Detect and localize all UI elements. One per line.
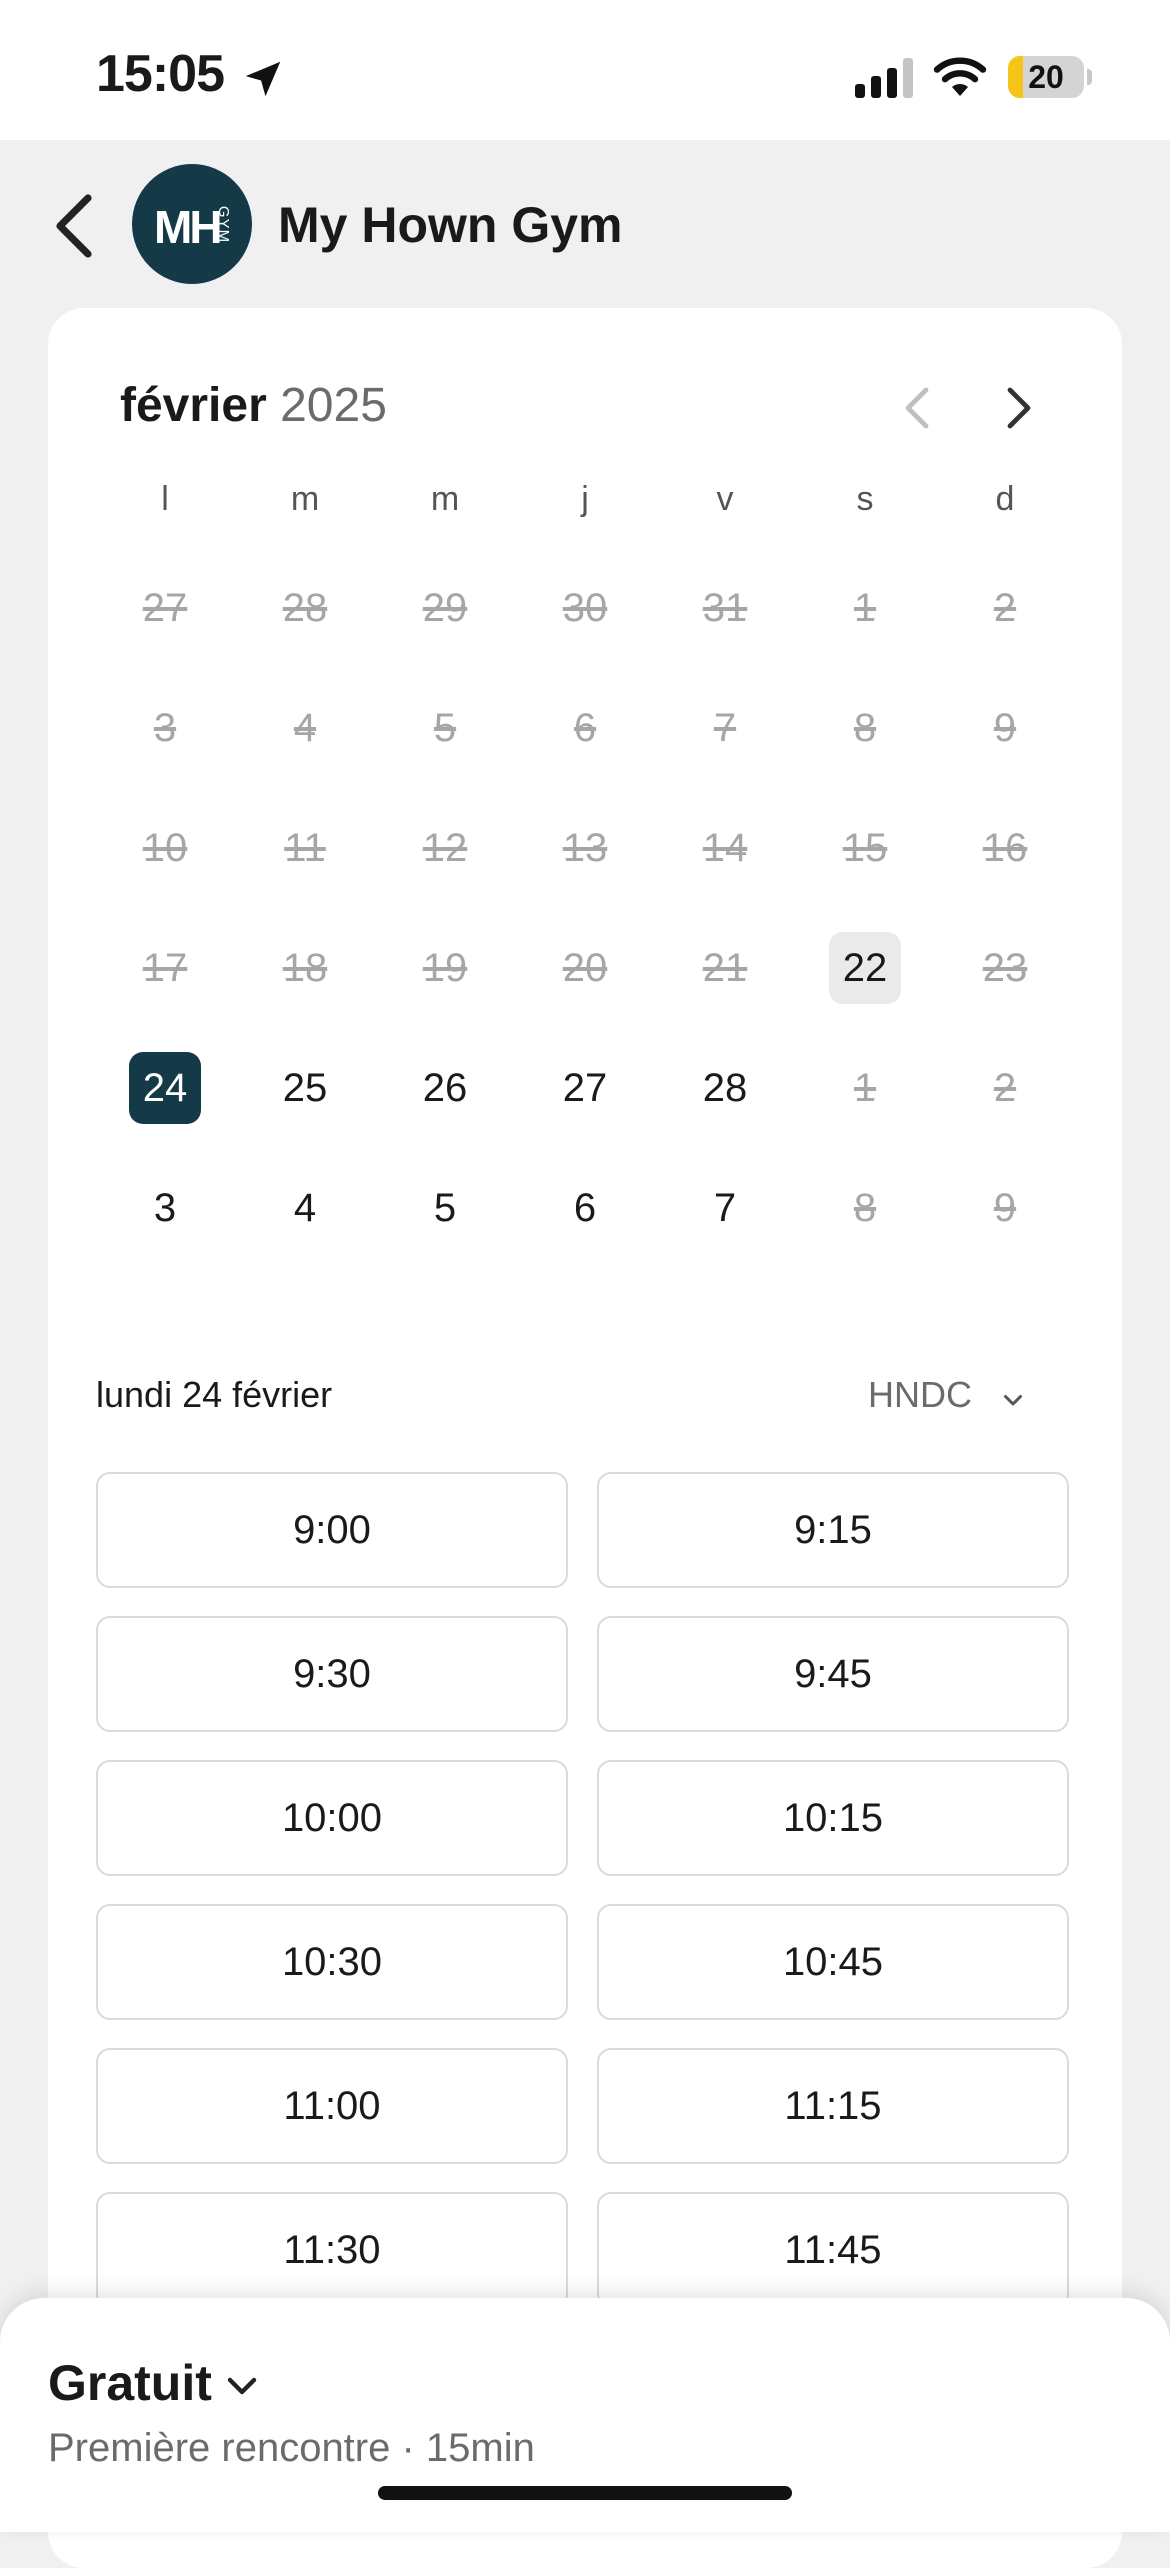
calendar-day-past: 19 (422, 946, 468, 990)
calendar-year: 2025 (280, 379, 387, 432)
gym-avatar: MH GYM (132, 164, 252, 284)
calendar-day-past: 10 (142, 826, 188, 870)
chevron-down-icon (1004, 1395, 1022, 1406)
battery-icon: 20 (1008, 56, 1092, 98)
back-button[interactable] (48, 190, 100, 262)
avatar-subtext: GYM (215, 205, 233, 244)
weekday-label: j (581, 480, 589, 518)
calendar-day-past: 7 (713, 706, 737, 750)
calendar-day-past: 4 (293, 706, 317, 750)
calendar-day-past: 17 (142, 946, 188, 990)
time-slot-button[interactable]: 10:00 (96, 1760, 568, 1876)
calendar-day-unavailable: 9 (993, 1186, 1017, 1230)
time-slot-button[interactable]: 9:45 (597, 1616, 1069, 1732)
time-slot-button[interactable]: 11:30 (96, 2192, 568, 2308)
calendar-day-unavailable: 8 (853, 1186, 877, 1230)
calendar-month: février (120, 379, 267, 432)
time-slot-button[interactable]: 9:30 (96, 1616, 568, 1732)
calendar-day-past: 30 (562, 586, 608, 630)
weekday-label: s (856, 480, 874, 518)
weekday-label: m (290, 480, 320, 518)
calendar-month-title: février 2025 (120, 378, 387, 433)
booking-card: février 2025 lmmjvsd 27 28 29 30 31 1 2 3 4 5 6 7 8 9… (48, 308, 1122, 2568)
price-label[interactable]: Gratuit (48, 2354, 212, 2412)
calendar-day-available[interactable]: 7 (689, 1172, 761, 1244)
calendar-day-past: 5 (433, 706, 457, 750)
calendar-day-available[interactable]: 28 (689, 1052, 761, 1124)
time-slot-button[interactable]: 11:15 (597, 2048, 1069, 2164)
calendar-day-past: 6 (573, 706, 597, 750)
time-slot-button[interactable]: 9:15 (597, 1472, 1069, 1588)
battery-level: 20 (1028, 59, 1064, 95)
calendar-day-available[interactable]: 5 (409, 1172, 481, 1244)
calendar-day-available[interactable]: 26 (409, 1052, 481, 1124)
status-bar: 15:05 20 (0, 0, 1170, 140)
calendar-day-past: 1 (853, 586, 877, 630)
calendar-day-past: 12 (422, 826, 468, 870)
calendar-day-past: 2 (993, 586, 1017, 630)
calendar-day-past: 20 (562, 946, 608, 990)
battery-body: 20 (1008, 56, 1084, 98)
location-arrow-icon (245, 61, 281, 97)
status-time: 15:05 (96, 45, 225, 103)
calendar-day-past: 27 (142, 586, 188, 630)
calendar-day-past: 28 (282, 586, 328, 630)
weekday-label: v (716, 480, 734, 518)
gym-name: My Hown Gym (278, 197, 623, 253)
calendar-day-past: 31 (702, 586, 748, 630)
time-slot-button[interactable]: 10:15 (597, 1760, 1069, 1876)
time-slot-button[interactable]: 10:30 (96, 1904, 568, 2020)
calendar-day-past: 9 (993, 706, 1017, 750)
time-slot-button[interactable]: 10:45 (597, 1904, 1069, 2020)
time-slot-button[interactable]: 9:00 (96, 1472, 568, 1588)
battery-tip (1087, 69, 1092, 85)
calendar-day-past: 3 (153, 706, 177, 750)
weekday-label: m (430, 480, 460, 518)
calendar-day-past: 13 (562, 826, 608, 870)
calendar-day-today: 22 (829, 932, 901, 1004)
time-slot-button[interactable]: 11:45 (597, 2192, 1069, 2308)
calendar-day-selected[interactable]: 24 (129, 1052, 201, 1124)
calendar-day-past: 21 (702, 946, 748, 990)
next-month-button[interactable] (988, 378, 1048, 438)
timezone-label: HNDC (868, 1374, 972, 1415)
home-indicator (378, 2486, 792, 2500)
chevron-down-icon[interactable] (222, 2366, 262, 2406)
calendar-day-unavailable: 2 (993, 1066, 1017, 1110)
calendar-day-available[interactable]: 27 (549, 1052, 621, 1124)
calendar-day-unavailable: 1 (853, 1066, 877, 1110)
weekday-header: lmmjvsd (95, 480, 1075, 540)
calendar-day-past: 18 (282, 946, 328, 990)
selected-date-label: lundi 24 février (96, 1374, 333, 1415)
wifi-icon (933, 57, 987, 96)
calendar-day-past: 15 (842, 826, 888, 870)
calendar-day-available[interactable]: 3 (129, 1172, 201, 1244)
cellular-signal-icon (855, 58, 913, 98)
service-description: Première rencontre · 15min (48, 2426, 535, 2470)
timezone-select[interactable]: HNDC (868, 1374, 1038, 1422)
weekday-label: d (995, 480, 1015, 518)
calendar-day-past: 23 (982, 946, 1028, 990)
calendar-day-available[interactable]: 4 (269, 1172, 341, 1244)
weekday-label: l (161, 480, 169, 518)
avatar-monogram: MH (154, 201, 223, 253)
calendar-day-past: 29 (422, 586, 468, 630)
calendar-day-past: 14 (702, 826, 748, 870)
previous-month-button[interactable] (888, 378, 948, 438)
calendar-day-available[interactable]: 25 (269, 1052, 341, 1124)
calendar-day-past: 8 (853, 706, 877, 750)
time-slot-button[interactable]: 11:00 (96, 2048, 568, 2164)
calendar-day-past: 11 (284, 826, 326, 870)
calendar-day-past: 16 (982, 826, 1028, 870)
calendar-day-available[interactable]: 6 (549, 1172, 621, 1244)
